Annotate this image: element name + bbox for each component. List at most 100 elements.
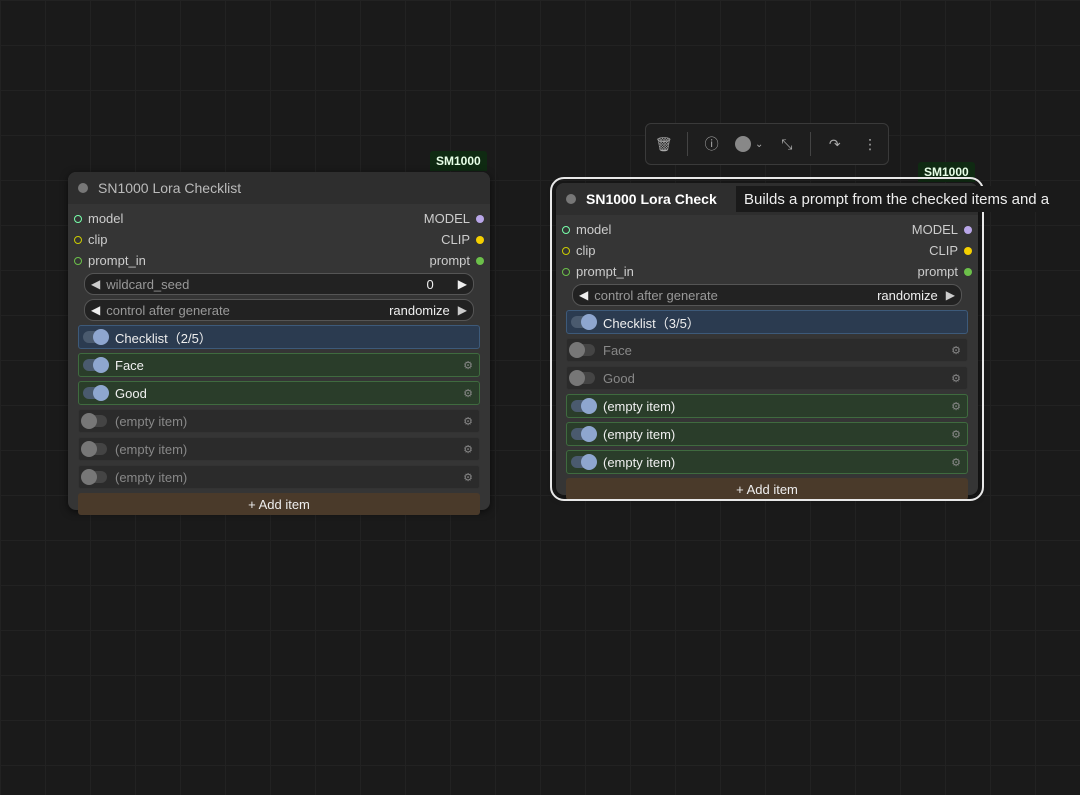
node-description-tooltip: Builds a prompt from the checked items a… (736, 186, 1080, 212)
decrement-arrow-icon[interactable]: ◀ (91, 303, 100, 317)
checklist-item[interactable]: Good ⚙ (78, 381, 480, 405)
input-label: prompt_in (576, 264, 634, 279)
control-after-generate-widget[interactable]: ◀ control after generate randomize ▶ (572, 284, 962, 306)
item-label: Good (603, 370, 635, 386)
output-slot-clip[interactable] (964, 246, 972, 255)
output-slot-model[interactable] (964, 225, 972, 234)
widget-label: control after generate (106, 302, 230, 318)
input-slot-clip[interactable] (74, 235, 82, 244)
decrement-arrow-icon[interactable]: ◀ (91, 277, 100, 291)
io-row-clip: clip CLIP (68, 229, 490, 250)
toolbar-divider (687, 132, 689, 156)
control-after-generate-widget[interactable]: ◀ control after generate randomize ▶ (84, 299, 474, 321)
output-label: prompt (429, 253, 470, 268)
toggle-switch[interactable] (569, 370, 595, 386)
gear-icon[interactable]: ⚙ (463, 415, 473, 428)
checklist-header[interactable]: Checklist（3/5） (566, 310, 968, 334)
checklist-item[interactable]: Good ⚙ (566, 366, 968, 390)
input-label: clip (576, 243, 596, 258)
checklist-item[interactable]: Face ⚙ (78, 353, 480, 377)
chevron-down-icon: ⌄ (755, 138, 764, 150)
color-picker-button[interactable]: ⌄ (735, 136, 763, 152)
input-slot-model[interactable] (74, 214, 82, 223)
output-slot-prompt[interactable] (476, 256, 484, 265)
input-slot-clip[interactable] (562, 246, 570, 255)
add-item-button[interactable]: + Add item (78, 493, 480, 515)
io-row-model: model MODEL (556, 219, 978, 240)
gear-icon[interactable]: ⚙ (463, 443, 473, 456)
node-badge: SM1000 (918, 162, 975, 182)
lora-checklist-node-2[interactable]: SN1000 Lora Check model MODEL clip CLIP … (550, 177, 984, 501)
toggle-switch[interactable] (83, 385, 109, 401)
toggle-switch[interactable] (83, 329, 109, 345)
widget-value: randomize (877, 287, 938, 303)
node-badge: SM1000 (430, 151, 487, 171)
item-label: (empty item) (115, 469, 188, 485)
output-slot-prompt[interactable] (964, 267, 972, 276)
gear-icon[interactable]: ⚙ (951, 428, 961, 441)
redo-icon[interactable]: ↷ (823, 136, 847, 153)
input-slot-prompt[interactable] (562, 267, 570, 276)
trash-icon[interactable]: 🗑 (652, 136, 676, 153)
toggle-switch[interactable] (569, 342, 595, 358)
checklist-item[interactable]: Face ⚙ (566, 338, 968, 362)
checklist-item[interactable]: (empty item) ⚙ (78, 437, 480, 461)
checklist-item[interactable]: (empty item) ⚙ (566, 394, 968, 418)
checklist-item[interactable]: (empty item) ⚙ (78, 465, 480, 489)
toggle-switch[interactable] (571, 454, 597, 470)
collapse-icon[interactable]: ⤡ (775, 136, 799, 153)
gear-icon[interactable]: ⚙ (951, 372, 961, 385)
lora-checklist-node-1[interactable]: SN1000 Lora Checklist model MODEL clip C… (68, 172, 490, 515)
gear-icon[interactable]: ⚙ (463, 387, 473, 400)
gear-icon[interactable]: ⚙ (951, 456, 961, 469)
output-label: MODEL (423, 211, 470, 226)
input-slot-prompt[interactable] (74, 256, 82, 265)
node-title-bar[interactable]: SN1000 Lora Checklist (68, 172, 490, 204)
toolbar-divider (810, 132, 812, 156)
gear-icon[interactable]: ⚙ (951, 344, 961, 357)
item-label: Face (603, 342, 632, 358)
output-label: MODEL (911, 222, 958, 237)
item-label: Good (115, 385, 147, 401)
add-item-button[interactable]: + Add item (566, 478, 968, 500)
output-slot-model[interactable] (476, 214, 484, 223)
item-label: (empty item) (603, 398, 676, 414)
output-slot-clip[interactable] (476, 235, 484, 244)
increment-arrow-icon[interactable]: ▶ (946, 288, 955, 302)
toggle-switch[interactable] (571, 426, 597, 442)
decrement-arrow-icon[interactable]: ◀ (579, 288, 588, 302)
io-row-prompt: prompt_in prompt (68, 250, 490, 271)
collapse-dot-icon[interactable] (566, 194, 576, 204)
checklist-item[interactable]: (empty item) ⚙ (566, 422, 968, 446)
output-label: CLIP (441, 232, 470, 247)
toggle-switch[interactable] (571, 398, 597, 414)
item-label: Face (115, 357, 144, 373)
checklist-header[interactable]: Checklist（2/5） (78, 325, 480, 349)
output-label: prompt (917, 264, 958, 279)
checklist-item[interactable]: (empty item) ⚙ (78, 409, 480, 433)
wildcard-seed-widget[interactable]: ◀ wildcard_seed 0 ▶ (84, 273, 474, 295)
increment-arrow-icon[interactable]: ▶ (458, 303, 467, 317)
increment-arrow-icon[interactable]: ▶ (458, 277, 467, 291)
more-vertical-icon[interactable]: ⋮ (858, 136, 882, 153)
input-label: prompt_in (88, 253, 146, 268)
widget-label: wildcard_seed (106, 276, 190, 292)
gear-icon[interactable]: ⚙ (951, 400, 961, 413)
node-title: SN1000 Lora Checklist (98, 180, 242, 196)
input-label: model (576, 222, 612, 237)
checklist-header-label: Checklist（3/5） (603, 315, 700, 331)
checklist-item[interactable]: (empty item) ⚙ (566, 450, 968, 474)
input-slot-model[interactable] (562, 225, 570, 234)
toggle-switch[interactable] (81, 441, 107, 457)
toggle-switch[interactable] (81, 413, 107, 429)
toggle-switch[interactable] (81, 469, 107, 485)
output-label: CLIP (929, 243, 958, 258)
info-icon[interactable]: ⓘ (700, 134, 724, 154)
toggle-switch[interactable] (83, 357, 109, 373)
collapse-dot-icon[interactable] (78, 183, 88, 193)
widget-label: control after generate (594, 287, 718, 303)
toggle-switch[interactable] (571, 314, 597, 330)
item-label: (empty item) (603, 454, 676, 470)
gear-icon[interactable]: ⚙ (463, 471, 473, 484)
gear-icon[interactable]: ⚙ (463, 359, 473, 372)
